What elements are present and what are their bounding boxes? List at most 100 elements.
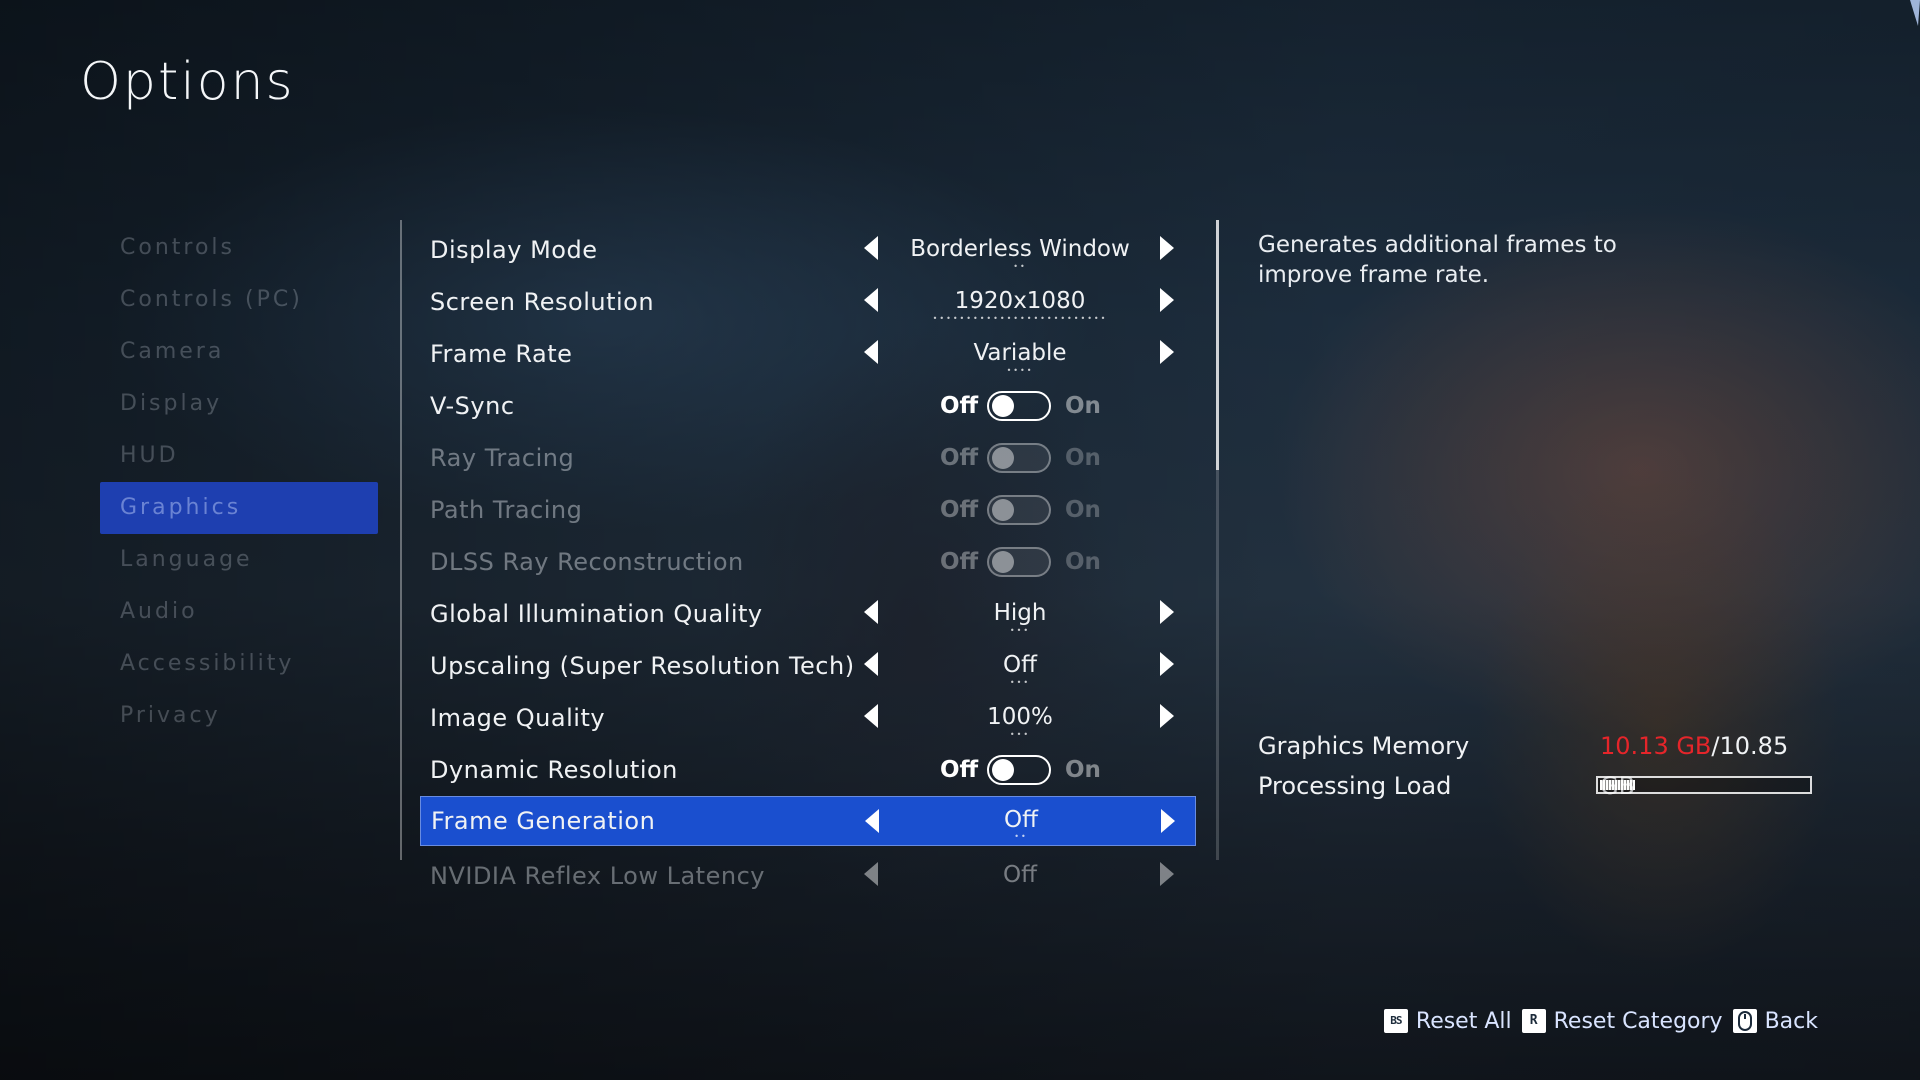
toggle-switch[interactable] [987,391,1051,421]
settings-list: Display Mode Borderless Window •• Screen… [420,222,1196,900]
resource-info: Graphics Memory 10.13 GB/10.85 GB Proces… [1258,726,1818,806]
processing-load-row: Processing Load [1258,766,1818,806]
setting-upscaling[interactable]: Upscaling (Super Resolution Tech) Off ••… [420,638,1196,690]
toggle-off-label: Off [940,757,979,783]
setting-label: Frame Generation [431,807,656,835]
setting-label: Dynamic Resolution [430,756,678,784]
toggle-switch [987,547,1051,577]
toggle-off-label: Off [940,497,979,523]
back-button[interactable]: Back [1765,1009,1818,1034]
toggle-on-label: On [1065,445,1101,471]
category-privacy[interactable]: Privacy [100,690,378,742]
category-audio[interactable]: Audio [100,586,378,638]
option-dots: •• [1013,262,1027,271]
setting-label: Path Tracing [430,496,583,524]
arrow-left-icon[interactable] [864,288,878,312]
toggle-knob [992,551,1014,573]
category-graphics[interactable]: Graphics [100,482,378,534]
toggle-off-label: Off [940,393,979,419]
setting-frame-generation[interactable]: Frame Generation Off •• [420,796,1196,846]
arrow-right-icon[interactable] [1160,236,1174,260]
setting-value: Off [1003,862,1037,888]
option-dots: ••• [1009,730,1031,739]
setting-screen-resolution[interactable]: Screen Resolution 1920x1080 ••••••••••••… [420,274,1196,326]
memory-separator: / [1711,732,1720,760]
arrow-right-icon[interactable] [1160,288,1174,312]
toggle-switch[interactable] [987,755,1051,785]
button-legend: BS Reset All R Reset Category Back [1374,1004,1818,1038]
setting-description: Generates additional frames to improve f… [1258,232,1617,288]
setting-label: NVIDIA Reflex Low Latency [430,862,765,890]
mouse-icon [1732,1009,1757,1033]
arrow-left-icon[interactable] [864,652,878,676]
toggle-on-label: On [1065,549,1101,575]
arrow-left-icon[interactable] [864,704,878,728]
processing-load-fill [1600,780,1635,790]
setting-label: Ray Tracing [430,444,575,472]
arrow-right-icon[interactable] [1160,340,1174,364]
toggle-off-label: Off [940,445,979,471]
setting-nvidia-reflex-low-latency[interactable]: NVIDIA Reflex Low Latency Off [420,848,1196,900]
arrow-right-icon[interactable] [1160,862,1174,886]
option-dots: ••• [1009,678,1031,687]
option-dots: ••• [1009,626,1031,635]
arrow-left-icon[interactable] [864,340,878,364]
category-accessibility[interactable]: Accessibility [100,638,378,690]
toggle-on-label: On [1065,497,1101,523]
setting-label: Image Quality [430,704,606,732]
memory-used: 10.13 GB [1600,732,1712,760]
setting-label: Global Illumination Quality [430,600,763,628]
arrow-left-icon[interactable] [864,236,878,260]
toggle-switch [987,443,1051,473]
option-dots: •••• [1006,366,1034,375]
setting-ray-tracing: Ray Tracing Off On [420,430,1196,482]
sidebar-divider [400,220,402,860]
setting-global-illumination-quality[interactable]: Global Illumination Quality High ••• [420,586,1196,638]
arrow-left-icon[interactable] [864,600,878,624]
option-dots: •• [1014,832,1028,841]
setting-dlss-ray-reconstruction: DLSS Ray Reconstruction Off On [420,534,1196,586]
category-sidebar: Controls Controls (PC) Camera Display HU… [100,222,378,742]
page-title: Options [80,52,295,112]
reset-category-button[interactable]: Reset Category [1554,1009,1723,1034]
processing-load-label: Processing Load [1258,772,1452,800]
toggle-switch [987,495,1051,525]
setting-v-sync[interactable]: V-Sync Off On [420,378,1196,430]
setting-dynamic-resolution[interactable]: Dynamic Resolution Off On [420,742,1196,794]
scrollbar-thumb[interactable] [1216,220,1219,470]
graphics-memory-label: Graphics Memory [1258,732,1470,760]
category-display[interactable]: Display [100,378,378,430]
category-controls-pc[interactable]: Controls (PC) [100,274,378,326]
arrow-left-icon[interactable] [865,809,879,833]
setting-image-quality[interactable]: Image Quality 100% ••• [420,690,1196,742]
option-dots: •••••••••••••••••••••••••• [932,314,1108,323]
category-hud[interactable]: HUD [100,430,378,482]
r-key-icon: R [1521,1009,1546,1033]
setting-label: Frame Rate [430,340,573,368]
processing-load-bar [1596,776,1812,794]
setting-label: DLSS Ray Reconstruction [430,548,744,576]
arrow-right-icon[interactable] [1160,704,1174,728]
setting-label: Upscaling (Super Resolution Tech) [430,652,855,680]
setting-label: Display Mode [430,236,598,264]
cursor-icon [1910,0,1920,26]
arrow-right-icon[interactable] [1160,600,1174,624]
arrow-right-icon[interactable] [1160,652,1174,676]
toggle-off-label: Off [940,549,979,575]
setting-display-mode[interactable]: Display Mode Borderless Window •• [420,222,1196,274]
category-language[interactable]: Language [100,534,378,586]
toggle-knob [992,395,1014,417]
arrow-right-icon[interactable] [1161,809,1175,833]
toggle-on-label: On [1065,757,1101,783]
toggle-on-label: On [1065,393,1101,419]
backspace-key-icon: BS [1383,1009,1408,1033]
setting-path-tracing: Path Tracing Off On [420,482,1196,534]
setting-label: V-Sync [430,392,515,420]
category-camera[interactable]: Camera [100,326,378,378]
setting-frame-rate[interactable]: Frame Rate Variable •••• [420,326,1196,378]
category-controls[interactable]: Controls [100,222,378,274]
reset-all-button[interactable]: Reset All [1416,1009,1512,1034]
toggle-knob [992,759,1014,781]
toggle-knob [992,447,1014,469]
arrow-left-icon[interactable] [864,862,878,886]
